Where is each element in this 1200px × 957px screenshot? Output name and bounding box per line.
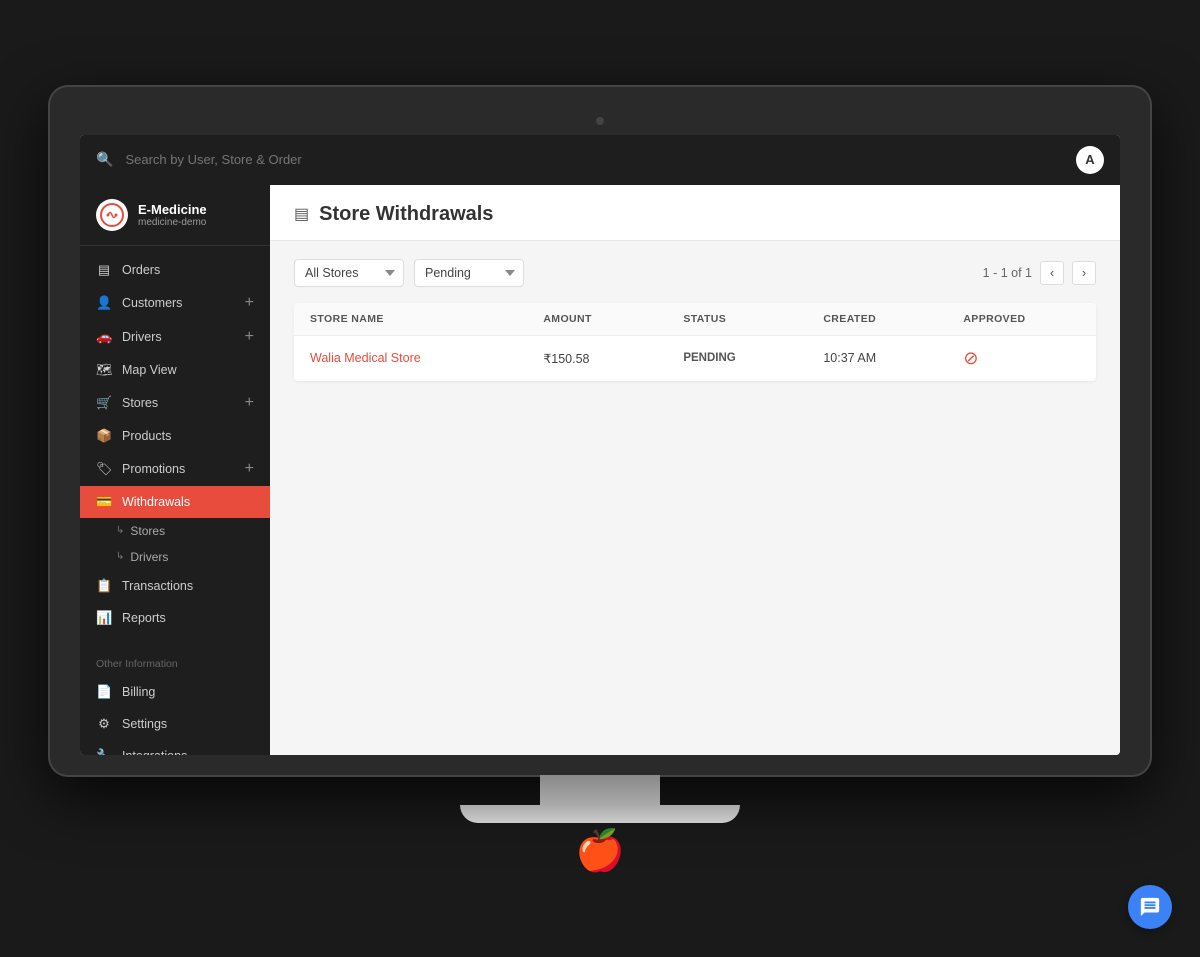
sidebar-item-drivers[interactable]: 🚗 Drivers + xyxy=(80,320,270,354)
brand-text: E-Medicine medicine-demo xyxy=(138,202,207,228)
orders-icon: ▤ xyxy=(96,262,112,278)
search-icon: 🔍 xyxy=(96,151,113,168)
sub-arrow-icon: ↳ xyxy=(116,551,124,562)
sidebar-item-label: Billing xyxy=(122,685,254,699)
sidebar-item-label: Reports xyxy=(122,611,254,625)
sidebar-item-orders[interactable]: ▤ Orders xyxy=(80,254,270,286)
sidebar-item-map-view[interactable]: 🗺 Map View xyxy=(80,354,270,386)
sidebar-item-withdrawals[interactable]: 💳 Withdrawals xyxy=(80,486,270,518)
transactions-icon: 📋 xyxy=(96,578,112,594)
settings-icon: ⚙ xyxy=(96,716,112,732)
col-created: CREATED xyxy=(823,313,963,325)
col-store-name: STORE NAME xyxy=(310,313,543,325)
customers-icon: 👤 xyxy=(96,295,112,311)
sidebar-item-label: Transactions xyxy=(122,579,254,593)
sidebar-item-promotions[interactable]: 🏷 Promotions + xyxy=(80,452,270,486)
sidebar-item-reports[interactable]: 📊 Reports xyxy=(80,602,270,634)
apple-logo: 🍎 xyxy=(50,831,1150,871)
brand-name: E-Medicine xyxy=(138,202,207,217)
created-cell: 10:37 AM xyxy=(823,351,963,365)
filters-bar: All Stores Pending 1 - 1 of 1 ‹ › xyxy=(294,259,1096,287)
sidebar-item-label: Stores xyxy=(122,396,235,410)
content-area: All Stores Pending 1 - 1 of 1 ‹ › xyxy=(270,241,1120,755)
pagination-prev[interactable]: ‹ xyxy=(1040,261,1064,285)
stores-icon: 🛒 xyxy=(96,395,112,411)
other-info-label: Other Information xyxy=(80,642,270,676)
col-approved: APPROVED xyxy=(963,313,1080,325)
main-content: ▤ Store Withdrawals All Stores Pending xyxy=(270,185,1120,755)
sidebar-item-label: Orders xyxy=(122,263,254,277)
nav-section: ▤ Orders 👤 Customers + 🚗 Drivers + xyxy=(80,246,270,642)
status-filter[interactable]: Pending xyxy=(414,259,524,287)
col-amount: AMOUNT xyxy=(543,313,683,325)
page-title: Store Withdrawals xyxy=(319,203,493,226)
sidebar-item-stores[interactable]: 🛒 Stores + xyxy=(80,386,270,420)
sidebar-item-label: Promotions xyxy=(122,462,235,476)
sidebar-item-products[interactable]: 📦 Products xyxy=(80,420,270,452)
sidebar-item-billing[interactable]: 📄 Billing xyxy=(80,676,270,708)
expand-icon[interactable]: + xyxy=(245,394,254,412)
integrations-icon: 🔧 xyxy=(96,748,112,755)
sub-nav-label: Drivers xyxy=(130,550,168,564)
sidebar-item-label: Integrations xyxy=(122,749,254,755)
data-table: STORE NAME AMOUNT STATUS CREATED APPROVE… xyxy=(294,303,1096,381)
approved-cell: ⊘ xyxy=(963,348,1080,369)
sidebar-item-transactions[interactable]: 📋 Transactions xyxy=(80,570,270,602)
sidebar-item-settings[interactable]: ⚙ Settings xyxy=(80,708,270,740)
sidebar-item-label: Drivers xyxy=(122,330,235,344)
table-header: STORE NAME AMOUNT STATUS CREATED APPROVE… xyxy=(294,303,1096,336)
reports-icon: 📊 xyxy=(96,610,112,626)
denied-icon: ⊘ xyxy=(963,348,978,368)
sidebar: E-Medicine medicine-demo ▤ Orders 👤 Cust… xyxy=(80,185,270,755)
drivers-icon: 🚗 xyxy=(96,329,112,345)
monitor-base xyxy=(460,805,740,823)
brand-subtitle: medicine-demo xyxy=(138,217,207,228)
brand-section: E-Medicine medicine-demo xyxy=(80,185,270,246)
sidebar-item-integrations[interactable]: 🔧 Integrations xyxy=(80,740,270,755)
map-icon: 🗺 xyxy=(96,362,112,378)
page-title-icon: ▤ xyxy=(294,204,309,224)
brand-logo xyxy=(96,199,128,231)
sidebar-item-label: Customers xyxy=(122,296,235,310)
user-avatar[interactable]: A xyxy=(1076,146,1104,174)
page-header: ▤ Store Withdrawals xyxy=(270,185,1120,241)
sidebar-item-label: Settings xyxy=(122,717,254,731)
sidebar-item-label: Map View xyxy=(122,363,254,377)
sub-arrow-icon: ↳ xyxy=(116,525,124,536)
billing-icon: 📄 xyxy=(96,684,112,700)
search-input[interactable] xyxy=(125,152,1064,167)
store-filter[interactable]: All Stores xyxy=(294,259,404,287)
monitor-neck xyxy=(540,775,660,805)
expand-icon[interactable]: + xyxy=(245,328,254,346)
store-name-cell[interactable]: Walia Medical Store xyxy=(310,351,543,365)
monitor-camera xyxy=(596,117,604,125)
expand-icon[interactable]: + xyxy=(245,460,254,478)
top-bar: 🔍 A xyxy=(80,135,1120,185)
promotions-icon: 🏷 xyxy=(96,461,112,477)
sub-nav-drivers[interactable]: ↳ Drivers xyxy=(80,544,270,570)
status-cell: PENDING xyxy=(683,352,823,364)
chat-button[interactable] xyxy=(1128,885,1172,929)
pagination-next[interactable]: › xyxy=(1072,261,1096,285)
sidebar-item-customers[interactable]: 👤 Customers + xyxy=(80,286,270,320)
sub-nav-stores[interactable]: ↳ Stores xyxy=(80,518,270,544)
withdrawals-icon: 💳 xyxy=(96,494,112,510)
pagination-info: 1 - 1 of 1 ‹ › xyxy=(983,261,1096,285)
sidebar-item-label: Products xyxy=(122,429,254,443)
amount-cell: ₹150.58 xyxy=(543,351,683,366)
expand-icon[interactable]: + xyxy=(245,294,254,312)
col-status: STATUS xyxy=(683,313,823,325)
table-row: Walia Medical Store ₹150.58 PENDING 10:3… xyxy=(294,336,1096,381)
sub-nav-label: Stores xyxy=(130,524,165,538)
products-icon: 📦 xyxy=(96,428,112,444)
pagination-text: 1 - 1 of 1 xyxy=(983,266,1032,280)
sidebar-item-label: Withdrawals xyxy=(122,495,254,509)
